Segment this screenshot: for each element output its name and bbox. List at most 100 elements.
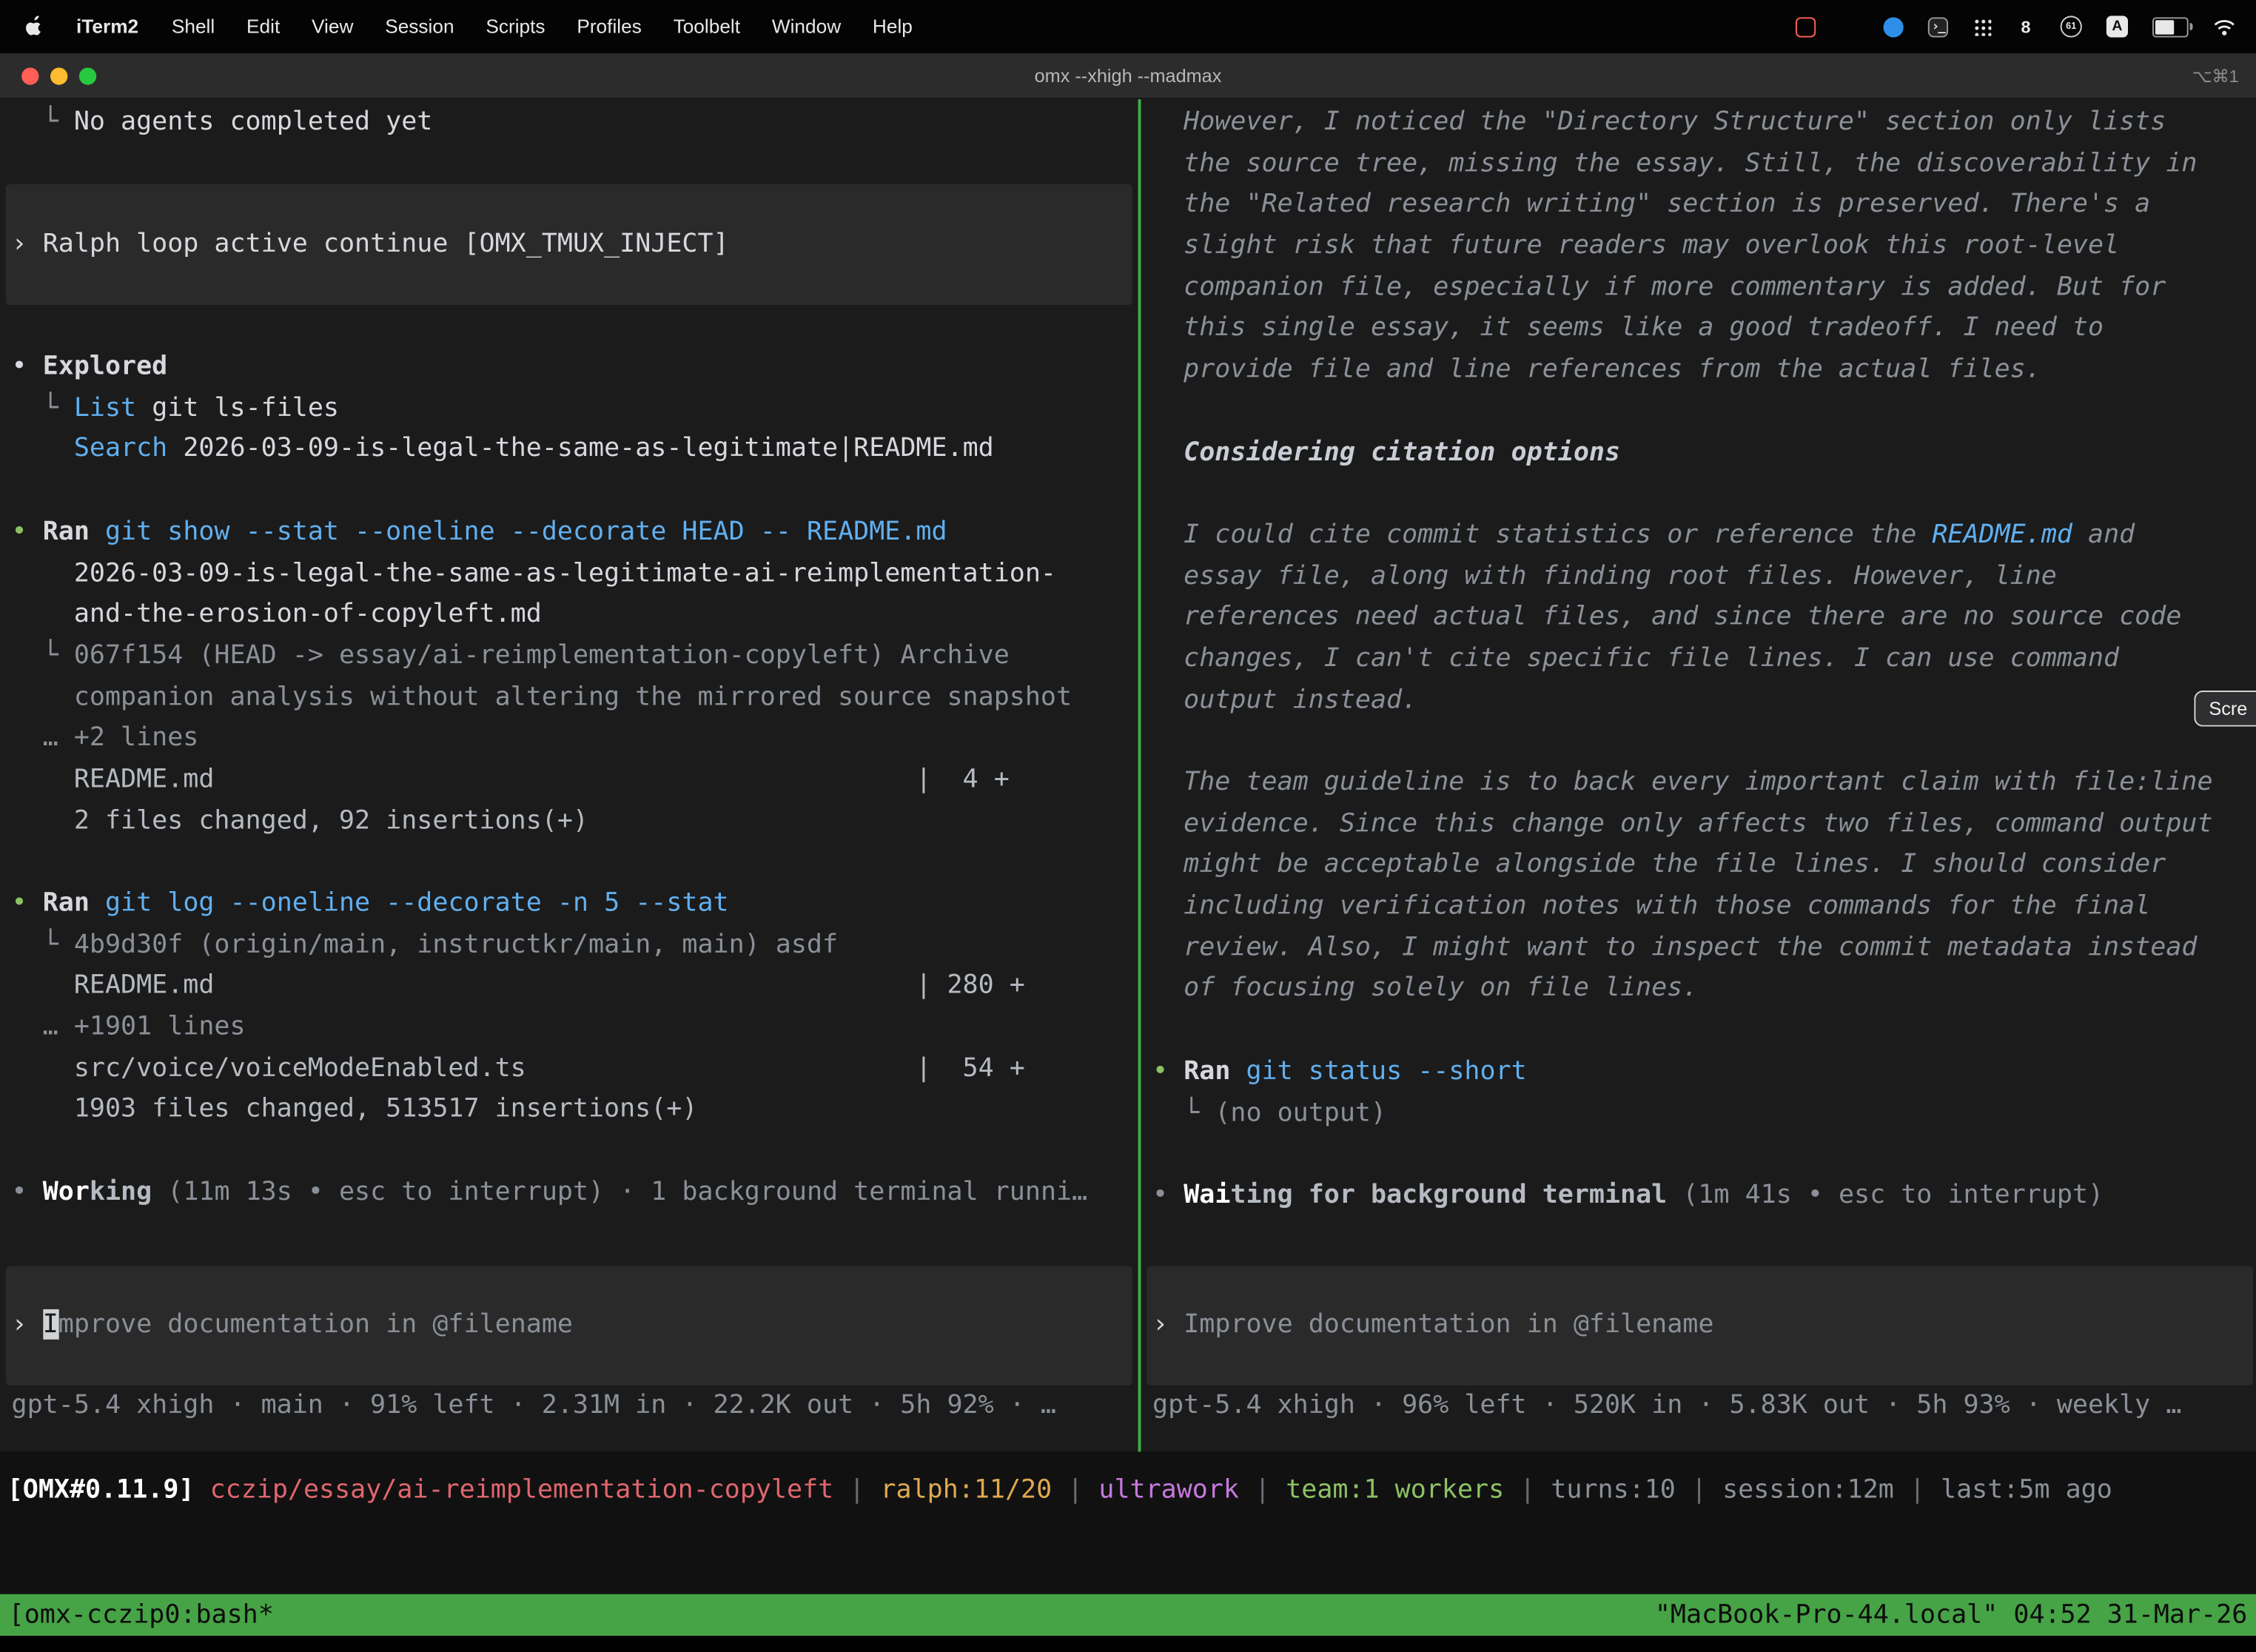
screen-overlay-chip[interactable]: Scre (2195, 691, 2256, 727)
ralph-loop-box[interactable]: › Ralph loop active continue [OMX_TMUX_I… (6, 185, 1132, 306)
text-segment: README.md (1932, 519, 2072, 549)
text-segment: • (12, 1177, 43, 1207)
menu-item-scripts[interactable]: Scripts (470, 16, 561, 37)
terminal-line: However, I noticed the "Directory Struct… (1152, 102, 2253, 144)
menu-item-help[interactable]: Help (857, 16, 929, 37)
text-segment: └ (12, 107, 74, 137)
menu-item-shell[interactable]: Shell (155, 16, 230, 37)
text-segment: ultrawork (1098, 1474, 1239, 1505)
text-segment: gpt-5.4 xhigh · main · 91% left · 2.31M … (12, 1389, 1056, 1420)
battery-icon[interactable] (2152, 16, 2189, 36)
battery-gauge-icon[interactable]: 61 (2061, 16, 2082, 37)
menu-item-window[interactable]: Window (756, 16, 856, 37)
terminal-app-icon[interactable] (1928, 16, 1948, 36)
blank-line (1152, 391, 2253, 432)
tmux-host-clock: "MacBook-Pro-44.local" 04:52 31-Mar-26 (1655, 1594, 2248, 1636)
text-segment: of focusing solely on file lines. (1152, 973, 1698, 1004)
terminal-line: … +1901 lines (12, 1007, 1138, 1049)
text-segment: provide file and line references from th… (1152, 354, 2041, 384)
terminal-line: including verification notes with those … (1152, 887, 2253, 928)
close-button[interactable] (21, 67, 38, 84)
input-source-icon[interactable]: A (2106, 16, 2128, 37)
ran-git-log: • Ran git log --oneline --decorate -n 5 … (12, 884, 1138, 925)
terminal-line: The team guideline is to back every impo… (1152, 762, 2253, 804)
menu-item-iterm2[interactable]: iTerm2 (59, 16, 156, 37)
right-pane: However, I noticed the "Directory Struct… (1141, 99, 2253, 1451)
blank-line (12, 471, 1138, 512)
terminal-line: changes, I can't cite specific file line… (1152, 639, 2253, 680)
window-titlebar: omx --xhigh --madmax ⌥⌘1 (0, 53, 2256, 99)
prompt-box-line: › Improve documentation in @filename (12, 1304, 573, 1346)
menu-item-edit[interactable]: Edit (231, 16, 296, 37)
text-segment (90, 887, 105, 918)
text-segment: (11m 13s • esc to interrupt) · 1 backgro… (152, 1177, 1087, 1207)
text-segment: output instead. (1152, 685, 1417, 715)
window-title: omx --xhigh --madmax (0, 64, 2256, 86)
apple-logo-icon (23, 13, 44, 39)
left-pane: └ No agents completed yet› Ralph loop ac… (0, 99, 1138, 1451)
text-segment: • (1152, 1055, 1184, 1086)
terminal-line: and-the-erosion-of-copyleft.md (12, 594, 1138, 636)
text-segment: Ran (43, 516, 90, 546)
text-segment: 2 files changed, 92 insertions(+) (12, 805, 588, 836)
text-segment: › (12, 1309, 43, 1339)
text-segment: | (1894, 1474, 1941, 1505)
terminal-line: output instead. (1152, 680, 2253, 722)
text-segment: The team guideline is to back every impo… (1152, 767, 2212, 797)
terminal-line: this single essay, it seems like a good … (1152, 309, 2253, 350)
terminal-line: └ 067f154 (HEAD -> essay/ai-reimplementa… (12, 636, 1138, 677)
minimize-button[interactable] (50, 67, 67, 84)
keypad-icon[interactable]: 8 (2015, 16, 2035, 37)
blank-line (12, 842, 1138, 884)
blank-line (12, 306, 1138, 347)
model-status-line: gpt-5.4 xhigh · main · 91% left · 2.31M … (12, 1385, 1138, 1426)
text-segment: [OMX#0.11.9] (7, 1474, 195, 1505)
terminal-line: 2026-03-09-is-legal-the-same-as-legitima… (12, 553, 1138, 594)
text-segment: git show --stat --oneline --decorate HEA… (105, 516, 947, 546)
text-segment: I could cite commit statistics or refere… (1152, 519, 1932, 549)
text-segment: Improve documentation in @filename (1184, 1309, 1713, 1339)
prompt-input-box[interactable]: › Improve documentation in @filename (1147, 1266, 2253, 1385)
menu-item-profiles[interactable]: Profiles (561, 16, 657, 37)
working-status: • Working (11m 13s • esc to interrupt) ·… (12, 1172, 1138, 1214)
terminal-line: evidence. Since this change only affects… (1152, 804, 2253, 845)
omx-status-line: [OMX#0.11.9] cczip/essay/ai-reimplementa… (0, 1451, 2256, 1594)
terminal-line: 1903 files changed, 513517 insertions(+) (12, 1089, 1138, 1131)
text-segment: Explored (43, 351, 168, 381)
apple-menu[interactable] (0, 13, 59, 39)
text-segment (1230, 1055, 1246, 1086)
text-segment: 067f154 (HEAD -> essay/ai-reimplementati… (74, 640, 1010, 671)
prompt-input-box[interactable]: › Improve documentation in @filename (6, 1266, 1132, 1385)
text-segment: review. Also, I might want to inspect th… (1152, 932, 2197, 962)
text-segment: git log --oneline --decorate -n 5 --stat (105, 887, 729, 918)
menu-item-view[interactable]: View (296, 16, 369, 37)
terminal-line: └ 4b9d30f (origin/main, instructkr/main,… (12, 924, 1138, 966)
blue-app-icon[interactable] (1884, 16, 1904, 36)
text-segment: king (90, 1177, 152, 1207)
text-segment: this single essay, it seems like a good … (1152, 313, 2104, 343)
text-segment: Ran (1184, 1055, 1230, 1086)
terminal-line: companion file, especially if more comme… (1152, 267, 2253, 309)
text-segment: Considering citation options (1152, 437, 1620, 467)
text-segment: cczip/essay/ai-reimplementation-copyleft (210, 1474, 834, 1505)
terminal-line: review. Also, I might want to inspect th… (1152, 927, 2253, 969)
text-segment: › (12, 229, 43, 259)
text-segment: 2026-03-09-is-legal-the-same-as-legitima… (12, 557, 1056, 588)
text-segment: including verification notes with those … (1152, 890, 2150, 921)
text-segment: (no output) (1215, 1097, 1386, 1127)
blank-line (1152, 721, 2253, 762)
text-segment: evidence. Since this change only affects… (1152, 808, 2212, 839)
omx-status-line-text: [OMX#0.11.9] cczip/essay/ai-reimplementa… (7, 1471, 2256, 1512)
menu-item-toolbelt[interactable]: Toolbelt (657, 16, 756, 37)
terminal-line: slight risk that future readers may over… (1152, 226, 2253, 267)
text-segment: 2026-03-09-is-legal-the-same-as-legitima… (167, 434, 993, 464)
dots-grid-icon[interactable] (1973, 17, 1991, 36)
screen-recording-stop-icon[interactable] (1796, 16, 1816, 36)
window-grid-icon[interactable] (1840, 17, 1859, 36)
zoom-button[interactable] (79, 67, 96, 84)
menu-item-session[interactable]: Session (369, 16, 470, 37)
wifi-icon[interactable] (2213, 18, 2236, 35)
text-segment: • (12, 887, 43, 918)
text-segment: session:12m (1722, 1474, 1894, 1505)
ran-git-show: • Ran git show --stat --oneline --decora… (12, 512, 1138, 554)
